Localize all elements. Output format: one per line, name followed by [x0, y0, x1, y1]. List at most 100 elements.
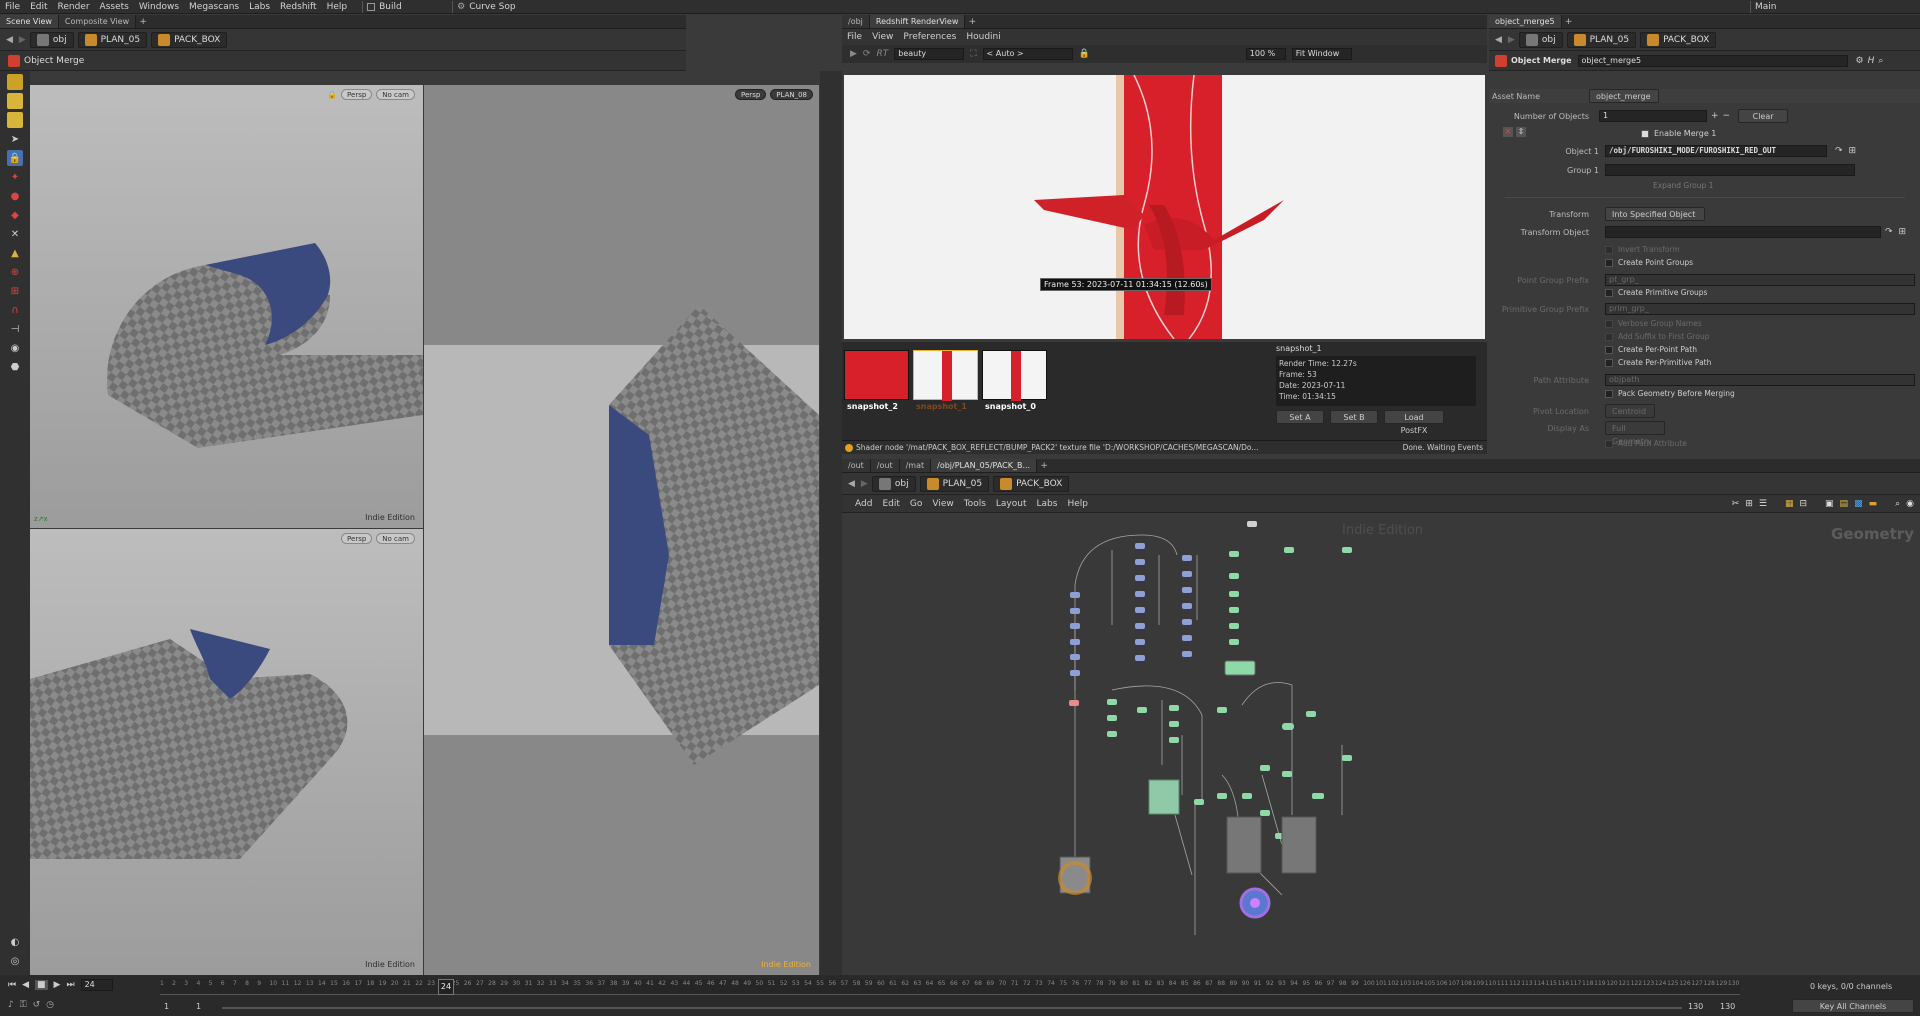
create-point-groups-checkbox[interactable]	[1605, 258, 1613, 267]
rt-toggle[interactable]: RT	[876, 49, 888, 59]
rotate-tool-icon[interactable]	[7, 112, 23, 128]
transform-object-field[interactable]	[1605, 226, 1881, 238]
tab-out[interactable]: /out	[842, 459, 871, 472]
asset-name-select[interactable]: object_merge	[1589, 89, 1659, 103]
tab-object-merge[interactable]: object_merge5	[1489, 15, 1562, 28]
tree-icon[interactable]: ⊞	[1745, 499, 1753, 509]
menu-labs[interactable]: Labs	[244, 0, 275, 14]
network-canvas[interactable]: Indie Edition Geometry	[842, 515, 1920, 975]
path-crumb-plan[interactable]: PLAN_05	[1566, 31, 1637, 48]
tab-scene-view[interactable]: Scene View	[0, 15, 59, 28]
snapping-icon[interactable]: ⊕	[7, 264, 23, 280]
add-tab-icon[interactable]: +	[1562, 17, 1576, 27]
tab-packbox-network[interactable]: /obj/PLAN_05/PACK_B...	[931, 459, 1038, 472]
insert-instance-icon[interactable]: ⇕	[1516, 127, 1526, 137]
persp-menu[interactable]: Persp	[735, 89, 767, 100]
image-icon[interactable]: ▣	[1825, 499, 1834, 509]
add-tab-icon[interactable]: +	[136, 17, 150, 27]
audio-icon[interactable]: ♪	[8, 1000, 14, 1010]
remove-icon[interactable]: −	[1723, 111, 1731, 121]
refresh-icon[interactable]: ⟳	[863, 49, 871, 59]
menu-windows[interactable]: Windows	[134, 0, 184, 14]
path-crumb-obj[interactable]: obj	[871, 475, 916, 492]
set-b-button[interactable]: Set B	[1330, 410, 1378, 424]
remove-instance-icon[interactable]: ✕	[1503, 127, 1513, 137]
net-menu-labs[interactable]: Labs	[1032, 499, 1063, 509]
net-menu-layout[interactable]: Layout	[991, 499, 1032, 509]
prim-group-prefix-field[interactable]: prim_grp_	[1605, 303, 1915, 315]
node-chooser-icon[interactable]: ⊞	[1899, 227, 1907, 237]
group1-field[interactable]	[1605, 164, 1855, 176]
help-icon[interactable]: H	[1868, 56, 1875, 66]
net-menu-edit[interactable]: Edit	[877, 499, 904, 509]
render-image[interactable]: Frame 53: 2023-07-11 01:34:15 (12.60s)	[844, 75, 1485, 339]
path-crumb-plan[interactable]: PLAN_05	[919, 475, 990, 492]
per-point-path-checkbox[interactable]	[1605, 345, 1613, 354]
pose-tool-icon[interactable]: ✦	[7, 169, 23, 185]
timeline-ruler[interactable]: 1234567891011121314151617181920212223242…	[160, 979, 1740, 995]
snapshot-thumb-0[interactable]: snapshot_0	[982, 350, 1047, 411]
pack-geo-checkbox[interactable]	[1605, 389, 1613, 398]
net-menu-add[interactable]: Add	[850, 499, 877, 509]
path-crumb-obj[interactable]: obj	[29, 31, 74, 48]
grid-snap-icon[interactable]: ⊞	[7, 283, 23, 299]
point-snap-icon[interactable]: ∩	[7, 302, 23, 318]
wrench-icon[interactable]: ✂	[1732, 499, 1740, 509]
range-start[interactable]: 1	[164, 1002, 169, 1011]
camera-menu[interactable]: PLAN_08	[770, 89, 813, 100]
folder-icon[interactable]: ▬	[1869, 499, 1878, 509]
path-crumb-obj[interactable]: obj	[1518, 31, 1563, 48]
display-as-select[interactable]: Full Geometry	[1605, 421, 1665, 446]
camera-menu[interactable]: No cam	[376, 89, 415, 100]
play-icon[interactable]: ▶	[54, 980, 61, 990]
zoom-field[interactable]: 100 %	[1245, 48, 1286, 60]
move-tool-icon[interactable]	[7, 93, 23, 109]
brush-tool-icon[interactable]: ●	[7, 188, 23, 204]
render-icon[interactable]: ⬣	[7, 359, 23, 375]
handle-tool-icon[interactable]	[7, 74, 23, 90]
render-menu-view[interactable]: View	[867, 32, 898, 42]
back-arrow-icon[interactable]: ◀	[1495, 35, 1502, 45]
path-crumb-packbox[interactable]: PACK_BOX	[1640, 31, 1717, 48]
shelf-select[interactable]: ⚙ Curve Sop	[452, 0, 534, 13]
realtime-icon[interactable]: ◷	[46, 1000, 54, 1010]
path-crumb-plan[interactable]: PLAN_05	[77, 31, 148, 48]
back-arrow-icon[interactable]: ◀	[848, 479, 855, 489]
range-start-2[interactable]: 1	[196, 1002, 201, 1011]
step-forward-icon[interactable]: ⏭	[66, 980, 74, 990]
eye-icon[interactable]: ◉	[1906, 499, 1914, 509]
transform-select[interactable]: Into Specified Object	[1605, 207, 1705, 221]
camera-icon[interactable]: ◉	[7, 340, 23, 356]
render-menu-preferences[interactable]: Preferences	[898, 32, 961, 42]
note-box[interactable]	[1148, 779, 1180, 815]
persp-menu[interactable]: Persp	[341, 89, 373, 100]
list-icon[interactable]: ☰	[1759, 499, 1767, 509]
select-arrow-icon[interactable]: ➤	[7, 131, 23, 147]
loop-icon[interactable]: ↺	[33, 1000, 41, 1010]
range-end[interactable]: 130	[1688, 1002, 1703, 1011]
point-group-prefix-field[interactable]: pt_grp_	[1605, 274, 1915, 286]
search-icon[interactable]: ⌕	[1895, 499, 1900, 509]
lock-icon[interactable]: 🔒	[7, 150, 23, 166]
aov-select[interactable]: beauty	[894, 48, 965, 60]
arrow-icon[interactable]: ↷	[1835, 146, 1843, 156]
arrow-icon[interactable]: ↷	[1885, 227, 1893, 237]
add-icon[interactable]: +	[1711, 111, 1719, 121]
add-suffix-checkbox[interactable]	[1605, 332, 1613, 341]
current-frame-field[interactable]: 24	[80, 979, 113, 991]
viewport-top-left[interactable]: z↗x 🔒 Persp No cam Indie Edition	[30, 85, 423, 528]
menu-redshift[interactable]: Redshift	[275, 0, 322, 14]
tab-redshift-renderview[interactable]: Redshift RenderView	[869, 15, 966, 28]
menu-file[interactable]: File	[0, 0, 25, 14]
per-prim-path-checkbox[interactable]	[1605, 358, 1613, 367]
grid-icon[interactable]: ▦	[1785, 499, 1794, 509]
key-all-channels-button[interactable]: Key All Channels	[1792, 999, 1914, 1013]
handle-display-icon[interactable]: ▲	[7, 245, 23, 261]
load-postfx-button[interactable]: Load PostFX	[1384, 410, 1444, 435]
path-crumb-packbox[interactable]: PACK_BOX	[993, 475, 1070, 492]
path-crumb-packbox[interactable]: PACK_BOX	[151, 31, 228, 48]
subnet-box[interactable]	[1226, 816, 1262, 874]
clear-button[interactable]: Clear	[1738, 109, 1789, 123]
object1-field[interactable]: /obj/FUROSHIKI_MODE/FUROSHIKI_RED_OUT	[1605, 145, 1827, 157]
menu-megascans[interactable]: Megascans	[184, 0, 244, 14]
